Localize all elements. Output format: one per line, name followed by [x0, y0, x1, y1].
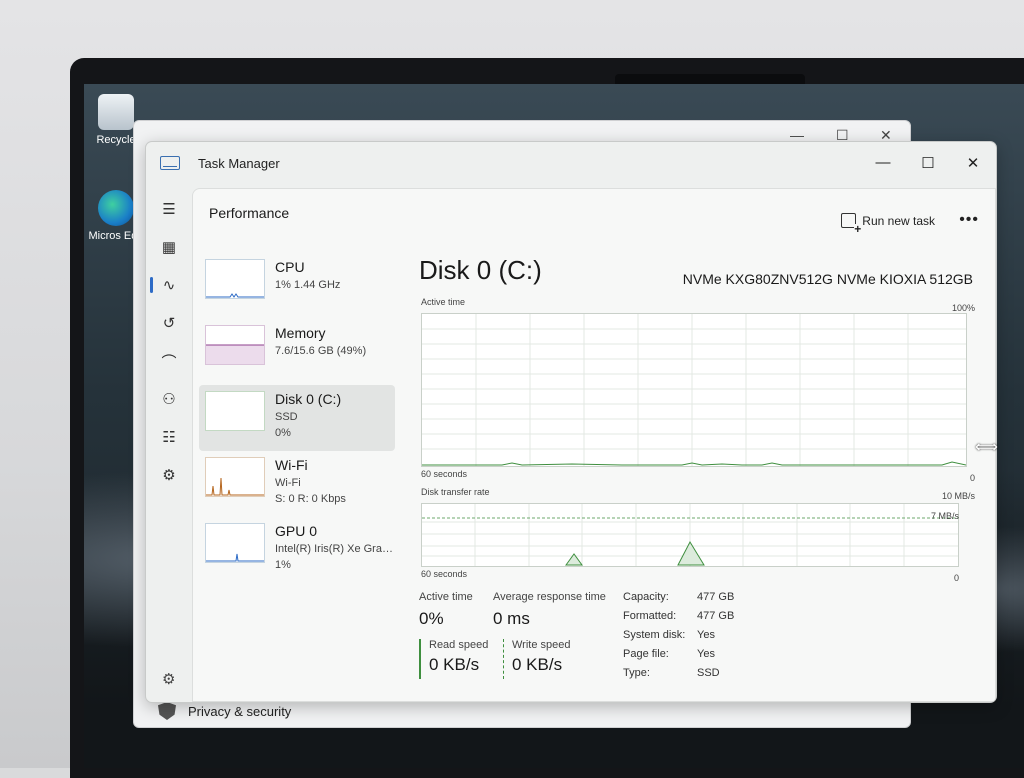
property-row: System disk: Yes — [623, 629, 715, 641]
menu-icon[interactable]: ☰ — [154, 194, 184, 224]
disk-properties: Capacity: 477 GB Formatted: 477 GB System … — [623, 591, 757, 686]
active-time-graph — [421, 313, 967, 467]
disk-model: NVMe KXG80ZNV512G NVMe KIOXIA 512GB — [682, 271, 973, 287]
transfer-rate-graph-mid: 7 MB/s — [930, 511, 959, 521]
avg-response-value: 0 ms — [493, 609, 530, 628]
resource-title: GPU 0 — [275, 523, 318, 539]
resource-subtitle: Intel(R) Iris(R) Xe Grap... — [275, 543, 393, 555]
desktop-icon-label: Recycle — [96, 134, 136, 146]
resource-subtitle: 1% 1.44 GHz — [275, 279, 341, 291]
transfer-rate-graph-max: 10 MB/s — [941, 491, 975, 501]
resource-value: 0% — [275, 427, 291, 439]
run-new-task-button[interactable]: Run new task — [841, 213, 935, 234]
page-title: Performance — [209, 205, 290, 221]
wifi-thumbnail-graph — [205, 457, 265, 497]
disk-detail-panel: Disk 0 (C:) NVMe KXG80ZNV512G NVMe KIOXI… — [419, 245, 979, 701]
maximize-button[interactable]: ☐ — [913, 154, 943, 174]
more-options-button[interactable]: ••• — [959, 211, 979, 229]
property-row: Type: SSD — [623, 667, 720, 679]
read-speed-label: Read speed — [429, 639, 489, 651]
property-row: Page file: Yes — [623, 648, 715, 660]
recycle-bin-icon — [98, 94, 134, 130]
settings-nav-label: Privacy & security — [188, 703, 292, 719]
gpu-thumbnail-graph — [205, 523, 265, 563]
resource-value: 1% — [275, 559, 291, 571]
disk-thumbnail-graph — [205, 391, 265, 431]
memory-thumbnail-graph — [205, 325, 265, 365]
resource-item-cpu[interactable]: CPU 1% 1.44 GHz — [199, 253, 395, 319]
transfer-rate-graph-label: Disk transfer rate — [421, 487, 490, 497]
property-row: Formatted: 477 GB — [623, 610, 735, 622]
window-title: Task Manager — [198, 156, 280, 171]
write-speed-value: 0 KB/s — [512, 655, 563, 674]
app-history-icon[interactable]: ↺ — [154, 308, 184, 338]
transfer-rate-graph-xlabel: 60 seconds — [421, 569, 468, 579]
performance-page: Performance Run new task ••• CPU 1% 1.44… — [192, 188, 996, 702]
performance-icon[interactable]: ∿ — [150, 270, 184, 300]
active-time-value: 0% — [419, 609, 444, 628]
shield-icon — [158, 702, 176, 720]
resource-subtitle: SSD — [275, 411, 298, 423]
active-time-graph-label: Active time — [421, 297, 466, 307]
resource-title: Memory — [275, 325, 326, 341]
property-row: Capacity: 477 GB — [623, 591, 735, 603]
avg-response-label: Average response time — [493, 591, 606, 603]
active-time-graph-min: 0 — [969, 473, 975, 483]
read-speed-value: 0 KB/s — [429, 655, 480, 674]
resource-item-memory[interactable]: Memory 7.6/15.6 GB (49%) — [199, 319, 395, 385]
nav-rail: ☰ ▦ ∿ ↺ ⌒ ⚇ ☷ ⚙ ⚙ — [146, 186, 192, 702]
details-icon[interactable]: ☷ — [154, 422, 184, 452]
active-time-graph-max: 100% — [951, 303, 975, 313]
disk-title: Disk 0 (C:) — [419, 255, 542, 285]
page-header: Performance Run new task ••• — [193, 189, 995, 239]
resource-subtitle: 7.6/15.6 GB (49%) — [275, 345, 367, 357]
transfer-rate-graph-min: 0 — [953, 573, 959, 583]
resource-item-wifi[interactable]: Wi-Fi Wi-Fi S: 0 R: 0 Kbps — [199, 451, 395, 517]
resource-item-gpu[interactable]: GPU 0 Intel(R) Iris(R) Xe Grap... 1% — [199, 517, 395, 583]
edge-icon — [98, 190, 134, 226]
run-new-task-label: Run new task — [862, 213, 935, 228]
resource-item-disk[interactable]: Disk 0 (C:) SSD 0% — [199, 385, 395, 451]
startup-apps-icon[interactable]: ⌒ — [154, 346, 184, 376]
task-manager-window: Task Manager — ☐ ✕ ☰ ▦ ∿ ↺ ⌒ ⚇ ☷ ⚙ ⚙ Per… — [145, 141, 997, 703]
settings-gear-icon[interactable]: ⚙ — [162, 670, 175, 688]
cpu-thumbnail-graph — [205, 259, 265, 299]
active-time-graph-xlabel: 60 seconds — [421, 469, 468, 479]
resource-list: CPU 1% 1.44 GHz Memory 7.6/15.6 GB (49%)… — [199, 253, 395, 583]
read-speed-box: Read speed 0 KB/s — [419, 639, 488, 679]
transfer-rate-graph — [421, 503, 959, 567]
resource-title: CPU — [275, 259, 305, 275]
resource-title: Wi-Fi — [275, 457, 308, 473]
task-manager-app-icon — [160, 156, 180, 170]
processes-icon[interactable]: ▦ — [154, 232, 184, 262]
write-speed-label: Write speed — [512, 639, 571, 651]
resource-value: S: 0 R: 0 Kbps — [275, 493, 346, 505]
services-icon[interactable]: ⚙ — [154, 460, 184, 490]
resource-subtitle: Wi-Fi — [275, 477, 301, 489]
close-button[interactable]: ✕ — [958, 154, 988, 174]
active-time-label: Active time — [419, 591, 473, 603]
minimize-button[interactable]: — — [868, 154, 898, 174]
run-task-icon — [841, 213, 862, 234]
title-bar[interactable]: Task Manager — ☐ ✕ — [146, 142, 996, 186]
users-icon[interactable]: ⚇ — [154, 384, 184, 414]
resize-cursor-icon: ⟺ — [975, 439, 998, 456]
write-speed-box: Write speed 0 KB/s — [503, 639, 571, 679]
resource-title: Disk 0 (C:) — [275, 391, 342, 407]
